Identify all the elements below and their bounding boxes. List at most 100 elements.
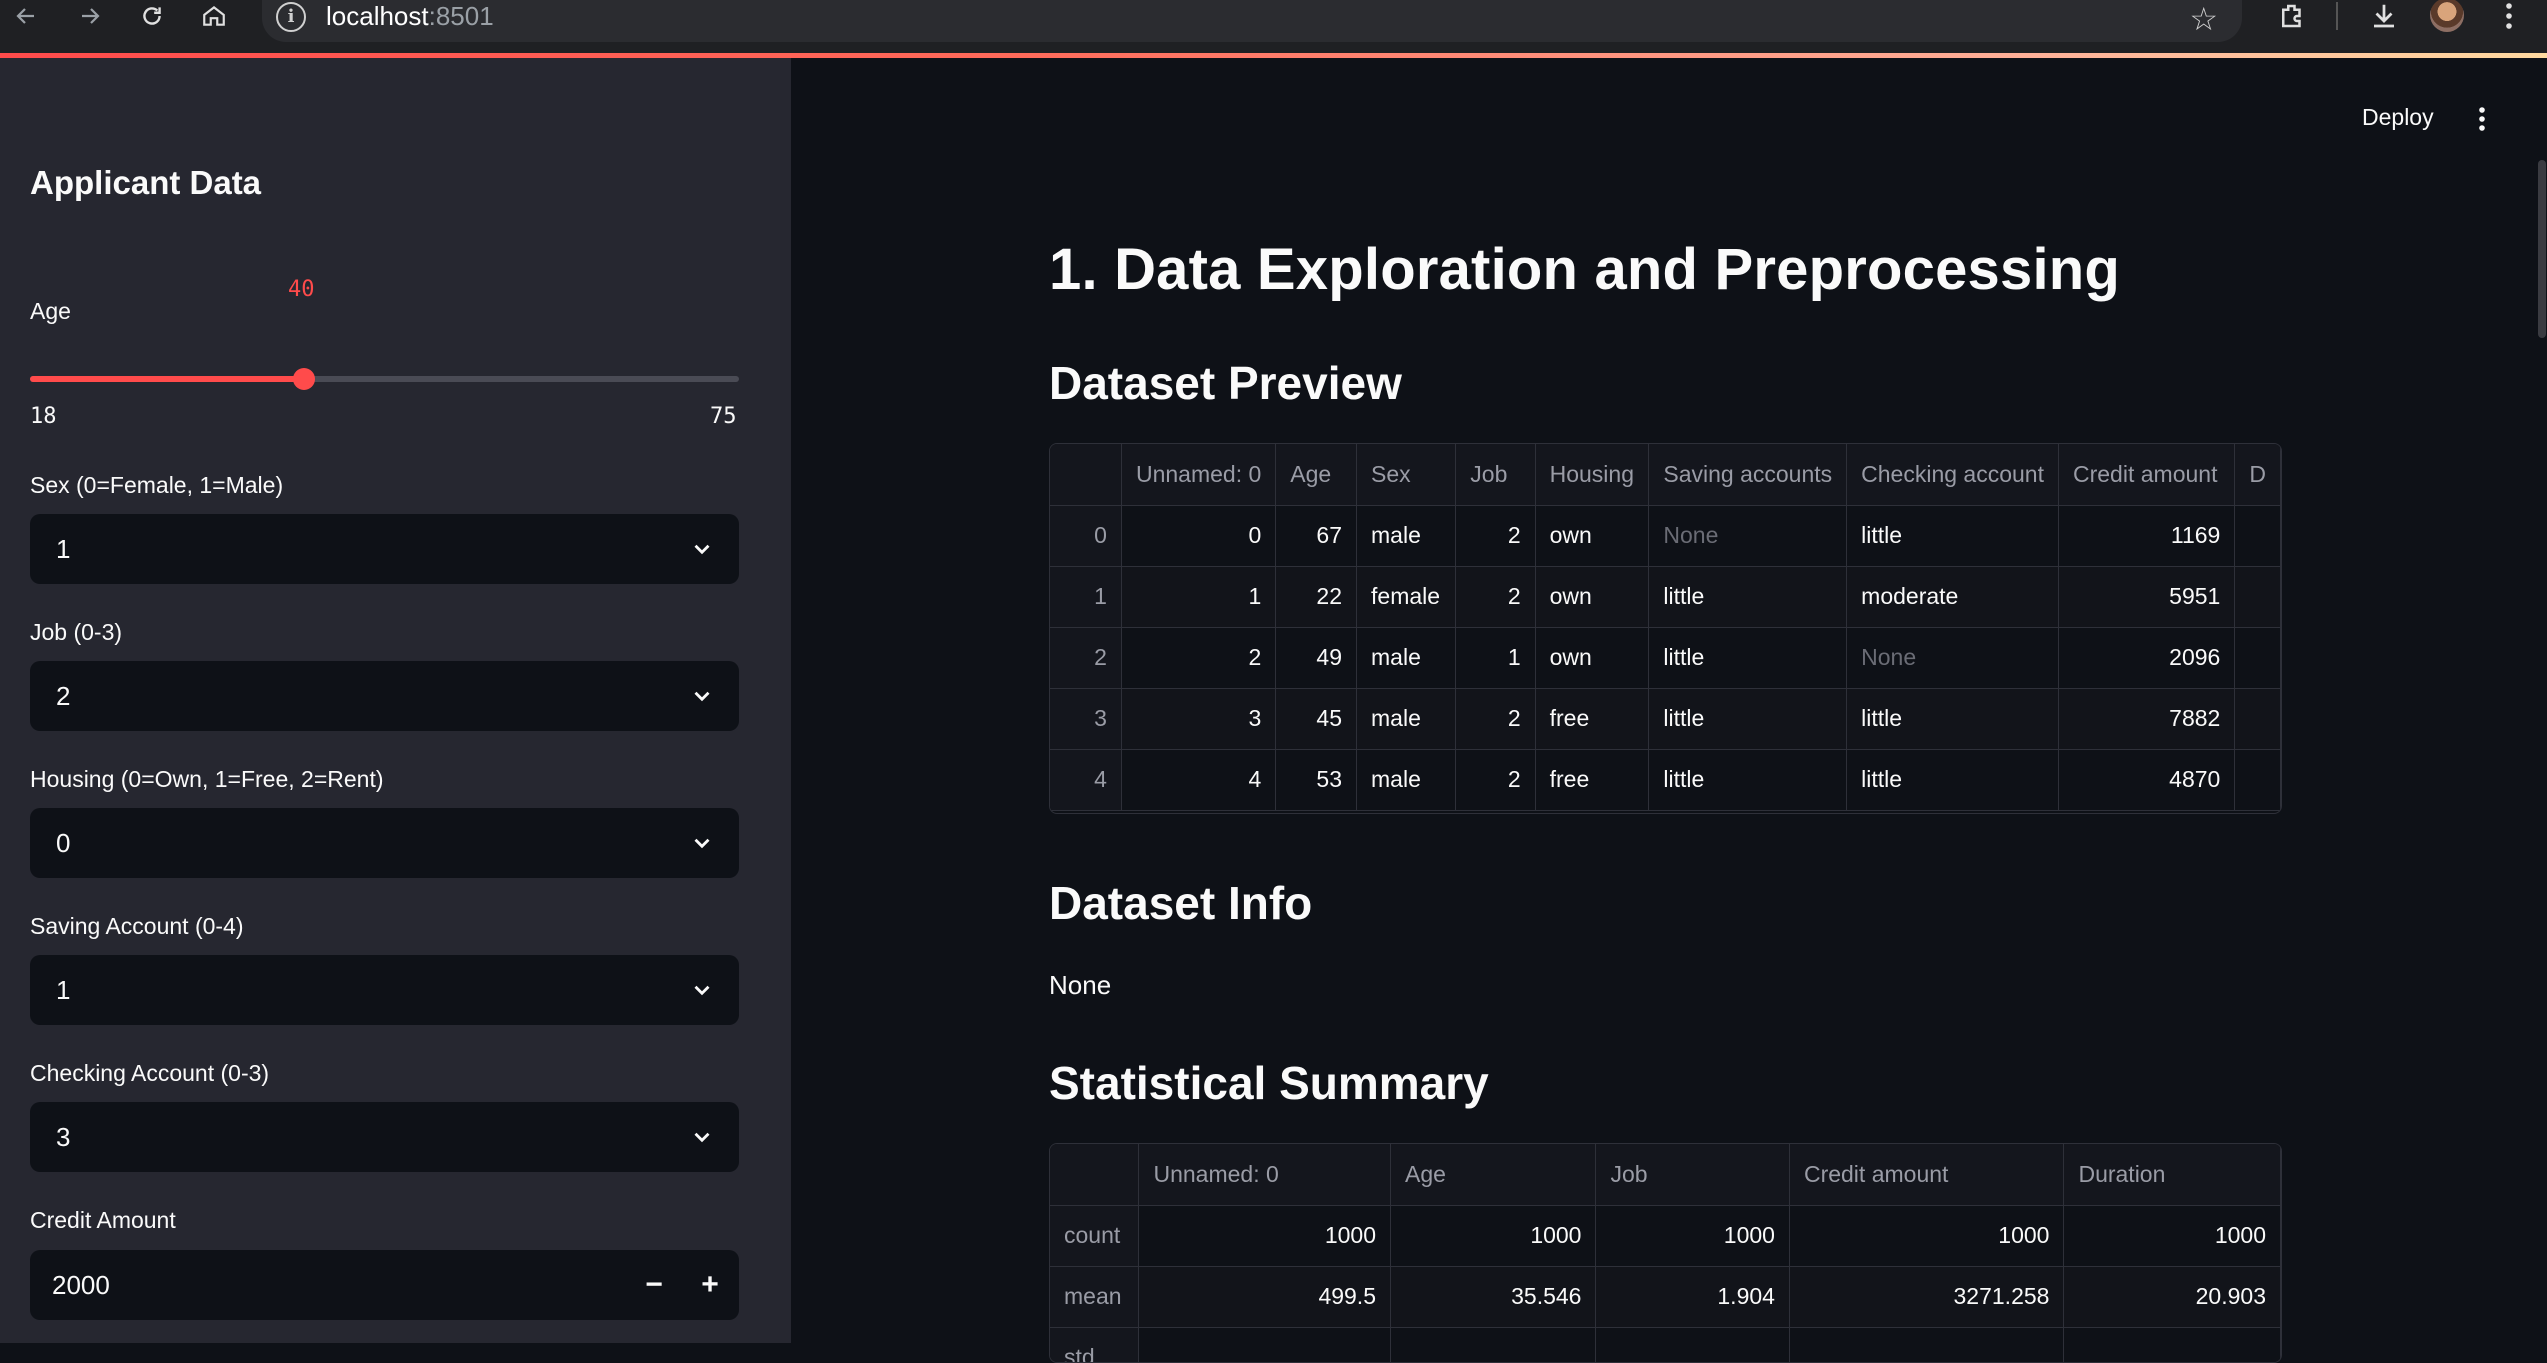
housing-select[interactable]: 0 [30,808,739,878]
table-row[interactable]: 0 0 67 male 2 own None little 1169 [1050,505,2281,567]
table-cell[interactable]: 0 [1121,505,1277,567]
table-cell[interactable] [1595,1327,1790,1362]
table-cell-truncated[interactable] [2234,566,2281,628]
table-cell[interactable]: 1.904 [1595,1266,1790,1328]
row-index[interactable]: 2 [1050,627,1122,689]
column-header[interactable]: Job [1595,1144,1790,1206]
table-cell[interactable]: 499.5 [1138,1266,1391,1328]
table-row[interactable]: 3 3 45 male 2 free little little 7882 [1050,688,2281,750]
table-cell[interactable]: male [1356,749,1457,811]
column-header[interactable]: Duration [2063,1144,2281,1206]
decrement-button[interactable]: − [627,1250,681,1320]
table-cell[interactable] [1138,1327,1391,1362]
forward-arrow-icon[interactable] [70,0,110,32]
table-cell-truncated[interactable] [2234,749,2281,811]
table-cell[interactable]: 45 [1275,688,1358,750]
table-cell[interactable]: little [1846,688,2059,750]
row-index[interactable]: 0 [1050,505,1122,567]
table-row[interactable]: count 1000 1000 1000 1000 1000 [1050,1205,2281,1267]
table-cell-truncated[interactable] [2234,688,2281,750]
column-header[interactable] [1050,444,1122,506]
row-index[interactable]: std [1050,1327,1140,1362]
table-cell[interactable]: 2 [1455,688,1536,750]
table-cell[interactable]: 53 [1275,749,1358,811]
column-header[interactable]: Credit amount [2058,444,2236,506]
column-header[interactable]: Credit amount [1789,1144,2065,1206]
site-info-icon[interactable]: i [276,2,306,32]
column-header[interactable]: Checking account [1846,444,2059,506]
row-index[interactable]: mean [1050,1266,1140,1328]
home-icon[interactable] [194,0,234,32]
table-row[interactable]: std [1050,1327,2281,1362]
table-cell[interactable]: male [1356,627,1457,689]
table-cell[interactable]: 2096 [2058,627,2236,689]
table-cell[interactable]: 1000 [1789,1205,2065,1267]
table-cell[interactable]: 7882 [2058,688,2236,750]
table-cell[interactable]: None [1648,505,1848,567]
table-cell[interactable] [1390,1327,1597,1362]
table-cell[interactable]: 1 [1455,627,1536,689]
table-cell[interactable]: 49 [1275,627,1358,689]
table-row[interactable]: 1 1 22 female 2 own little moderate 5951 [1050,566,2281,628]
column-header[interactable]: Age [1275,444,1358,506]
table-row[interactable]: mean 499.5 35.546 1.904 3271.258 20.903 [1050,1266,2281,1328]
increment-button[interactable]: + [683,1250,737,1320]
column-header[interactable]: D [2234,444,2281,506]
age-slider[interactable] [30,368,739,390]
column-header[interactable]: Saving accounts [1648,444,1848,506]
table-cell-truncated[interactable] [2234,505,2281,567]
column-header[interactable] [1050,1144,1140,1206]
table-cell[interactable]: 67 [1275,505,1358,567]
table-cell[interactable]: 3271.258 [1789,1266,2065,1328]
row-index[interactable]: 4 [1050,749,1122,811]
table-cell[interactable]: 5951 [2058,566,2236,628]
table-cell[interactable]: own [1535,627,1650,689]
saving-account-select[interactable]: 1 [30,955,739,1025]
deploy-button[interactable]: Deploy [2362,104,2434,131]
table-cell[interactable]: 2 [1455,749,1536,811]
table-row[interactable]: 4 4 53 male 2 free little little 4870 [1050,749,2281,811]
table-cell[interactable]: moderate [1846,566,2059,628]
table-cell[interactable]: little [1648,749,1848,811]
column-header[interactable]: Age [1390,1144,1597,1206]
page-scrollbar[interactable] [2538,160,2546,338]
column-header[interactable]: Sex [1356,444,1457,506]
table-cell[interactable]: little [1846,749,2059,811]
credit-amount-value[interactable]: 2000 [52,1270,110,1301]
table-cell[interactable]: 1 [1121,566,1277,628]
table-cell[interactable]: free [1535,749,1650,811]
table-cell[interactable]: 2 [1455,505,1536,567]
column-header[interactable]: Unnamed: 0 [1138,1144,1391,1206]
table-cell[interactable]: 20.903 [2063,1266,2281,1328]
table-cell[interactable]: 1000 [1595,1205,1790,1267]
browser-menu-icon[interactable] [2494,0,2524,32]
table-cell[interactable]: 1000 [2063,1205,2281,1267]
table-cell[interactable]: 4870 [2058,749,2236,811]
table-cell[interactable]: own [1535,505,1650,567]
table-cell[interactable] [2063,1327,2281,1362]
download-icon[interactable] [2364,0,2404,32]
table-cell[interactable]: None [1846,627,2059,689]
back-arrow-icon[interactable] [6,0,46,32]
statistical-summary-table[interactable]: Unnamed: 0 Age Job Credit amount Duration co… [1049,1143,2282,1363]
table-cell[interactable] [1789,1327,2065,1362]
table-cell[interactable]: female [1356,566,1457,628]
bookmark-star-icon[interactable]: ☆ [2189,0,2218,38]
column-header[interactable]: Housing [1535,444,1650,506]
dataset-preview-table[interactable]: Unnamed: 0 Age Sex Job Housing Saving account… [1049,443,2282,814]
table-cell[interactable]: 1000 [1138,1205,1391,1267]
table-cell[interactable]: free [1535,688,1650,750]
sex-select[interactable]: 1 [30,514,739,584]
table-cell[interactable]: own [1535,566,1650,628]
address-bar[interactable]: i localhost:8501 ☆ [262,0,2242,42]
column-header[interactable]: Job [1455,444,1536,506]
profile-avatar[interactable] [2430,0,2464,32]
table-cell[interactable]: male [1356,505,1457,567]
table-cell[interactable]: little [1648,627,1848,689]
extensions-icon[interactable] [2272,0,2312,32]
table-cell[interactable]: 2 [1455,566,1536,628]
age-slider-thumb[interactable] [292,368,315,390]
app-menu-icon[interactable] [2470,104,2494,134]
table-cell[interactable]: 3 [1121,688,1277,750]
table-cell[interactable]: 22 [1275,566,1358,628]
